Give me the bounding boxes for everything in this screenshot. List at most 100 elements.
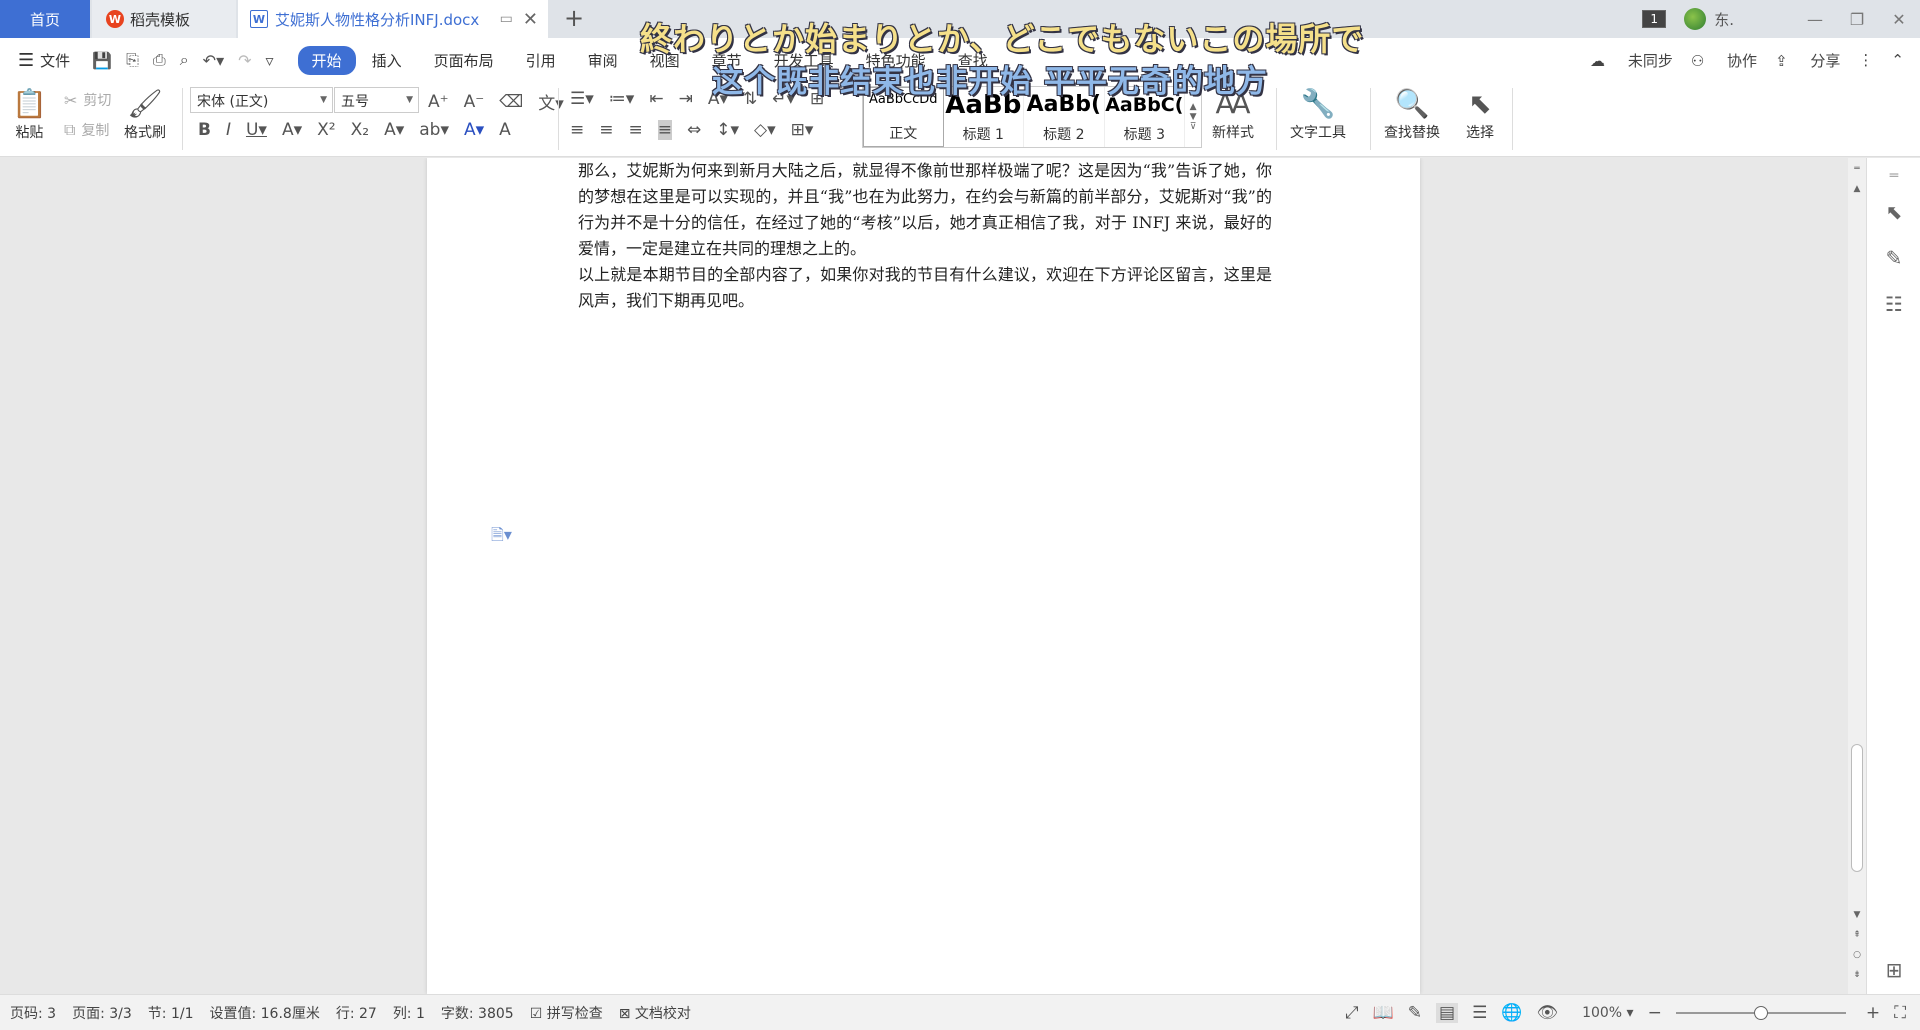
panel-handle-icon[interactable]: ═ <box>1867 168 1920 184</box>
minimize-icon[interactable]: — <box>1794 10 1836 29</box>
format-painter-button[interactable]: 🖌 格式刷 <box>124 86 166 142</box>
pen-icon[interactable]: ✎ <box>1867 246 1920 270</box>
superscript-icon[interactable]: X² <box>317 120 335 140</box>
save-icon[interactable]: 💾 <box>92 51 112 70</box>
shrink-font-icon[interactable]: A⁻ <box>464 92 485 112</box>
file-menu[interactable]: ☰ 文件 <box>18 50 70 71</box>
sync-status[interactable]: ☁ 未同步 <box>1590 50 1673 71</box>
bold-icon[interactable]: B <box>198 120 211 140</box>
scroll-up-icon[interactable]: ▲ <box>1848 184 1866 194</box>
web-view-icon[interactable]: 🌐 <box>1501 1003 1522 1023</box>
spell-check-button[interactable]: ☑ 拼写检查 <box>530 1003 603 1023</box>
shading-icon[interactable]: ◇▾ <box>754 120 776 140</box>
copy-button[interactable]: ⧉ 复制 <box>64 120 109 140</box>
find-replace-button[interactable]: 🔍 查找替换 <box>1384 86 1440 142</box>
row-info[interactable]: 行: 27 <box>336 1003 377 1023</box>
outline-view-icon[interactable]: ☰ <box>1472 1003 1487 1023</box>
split-handle-icon[interactable]: ═ <box>1848 164 1866 174</box>
more-icon[interactable]: ⋮ <box>1858 51 1873 69</box>
scroll-down-icon[interactable]: ▼ <box>1190 112 1197 122</box>
doc-proof-button[interactable]: ⊠ 文档校对 <box>619 1003 691 1023</box>
borders-icon[interactable]: ⊞▾ <box>791 120 814 140</box>
text-effect-icon[interactable]: A▾ <box>384 120 404 140</box>
tab-templates[interactable]: W 稻壳模板 <box>92 0 236 38</box>
numbering-icon[interactable]: ≔▾ <box>609 89 635 109</box>
close-window-icon[interactable]: ✕ <box>1878 10 1920 29</box>
next-page-icon[interactable]: ⇟ <box>1848 970 1866 980</box>
undo-icon[interactable]: ↶▾ <box>203 51 224 70</box>
phonetic-guide-icon[interactable]: 文▾ <box>538 89 564 114</box>
clear-format-icon[interactable]: ⌫ <box>499 92 523 112</box>
user-name[interactable]: 东. <box>1714 9 1734 30</box>
distributed-icon[interactable]: ⇔ <box>687 120 701 140</box>
align-right-icon[interactable]: ≡ <box>629 120 643 140</box>
char-shading-icon[interactable]: A <box>499 120 511 140</box>
zoom-level[interactable]: 100% ▾ <box>1582 1005 1634 1021</box>
zoom-slider-knob[interactable] <box>1753 1006 1768 1020</box>
scrollbar-thumb[interactable] <box>1851 744 1863 872</box>
menu-tab-references[interactable]: 引用 <box>510 50 572 71</box>
fullscreen-icon[interactable]: ⤢ <box>1345 1003 1359 1023</box>
font-color-icon[interactable]: A▾ <box>464 120 484 140</box>
page-count[interactable]: 页面: 3/3 <box>72 1003 132 1023</box>
prev-page-icon[interactable]: ⇞ <box>1848 930 1866 940</box>
share-button[interactable]: ⇪ 分享 <box>1775 50 1840 71</box>
tab-document[interactable]: W 艾妮斯人物性格分析INFJ.docx ▭ ✕ <box>238 0 548 38</box>
detach-window-icon[interactable]: ▭ <box>500 11 513 27</box>
menu-tab-layout[interactable]: 页面布局 <box>418 50 510 71</box>
page-code[interactable]: 页码: 3 <box>10 1003 56 1023</box>
print-icon[interactable]: ⎙ <box>153 50 166 70</box>
strikethrough-icon[interactable]: A▾ <box>282 120 302 140</box>
expand-icon[interactable]: ⊽ <box>1190 122 1197 132</box>
vertical-scrollbar[interactable]: ═ ▲ ▼ ⇞ ○ ⇟ <box>1848 158 1866 994</box>
select-browse-icon[interactable]: ○ <box>1848 950 1866 960</box>
font-size-select[interactable]: 五号 ▼ <box>334 87 419 113</box>
avatar[interactable] <box>1684 8 1707 30</box>
page-body[interactable]: 那么，艾妮斯为何来到新月大陆之后，就显得不像前世那样极端了呢？这是因为“我”告诉… <box>578 158 1272 314</box>
page-view-icon[interactable]: ▤ <box>1436 1003 1459 1023</box>
zoom-in-icon[interactable]: + <box>1866 1003 1880 1023</box>
subscript-icon[interactable]: X₂ <box>351 120 369 140</box>
document-page[interactable]: 那么，艾妮斯为何来到新月大陆之后，就显得不像前世那样极端了呢？这是因为“我”告诉… <box>427 158 1420 994</box>
scroll-down-icon[interactable]: ▼ <box>1848 910 1866 920</box>
justify-icon[interactable]: ≡ <box>657 120 672 140</box>
bullets-icon[interactable]: ☰▾ <box>570 89 594 109</box>
highlight-icon[interactable]: ab▾ <box>419 120 449 140</box>
line-spacing-icon[interactable]: ↕▾ <box>716 120 739 140</box>
fit-window-icon[interactable]: ⛶ <box>1894 1003 1906 1023</box>
paste-button[interactable]: 📋 粘贴 <box>12 86 47 142</box>
align-center-icon[interactable]: ≡ <box>599 120 613 140</box>
select-tool-icon[interactable]: ⬉ <box>1867 200 1920 224</box>
eye-protection-icon[interactable]: 👁 <box>1536 1003 1558 1023</box>
menu-tab-review[interactable]: 审阅 <box>572 50 634 71</box>
restore-icon[interactable]: ❐ <box>1836 10 1878 29</box>
paragraph[interactable]: 以上就是本期节目的全部内容了，如果你对我的节目有什么建议，欢迎在下方评论区留言，… <box>578 262 1272 314</box>
new-tab-button[interactable]: + <box>564 4 584 32</box>
window-count-badge[interactable]: 1 <box>1642 10 1667 28</box>
collapse-ribbon-icon[interactable]: ⌃ <box>1891 51 1904 69</box>
word-count[interactable]: 字数: 3805 <box>441 1003 514 1023</box>
collaborate-button[interactable]: ⚇ 协作 <box>1691 50 1757 71</box>
select-button[interactable]: ⬉ 选择 <box>1466 86 1494 142</box>
scroll-up-icon[interactable]: ▲ <box>1190 102 1197 112</box>
menu-tab-insert[interactable]: 插入 <box>356 50 418 71</box>
font-name-select[interactable]: 宋体 (正文) ▼ <box>190 87 333 113</box>
zoom-slider[interactable] <box>1675 1006 1846 1020</box>
page-options-icon[interactable]: 🗎▾ <box>491 524 512 551</box>
tab-home[interactable]: 首页 <box>0 0 90 38</box>
menu-tab-home[interactable]: 开始 <box>297 45 356 75</box>
col-info[interactable]: 列: 1 <box>393 1003 425 1023</box>
customize-icon[interactable]: ▿ <box>266 51 274 70</box>
export-pdf-icon[interactable]: ⎘ <box>126 50 139 70</box>
paragraph[interactable]: 那么，艾妮斯为何来到新月大陆之后，就显得不像前世那样极端了呢？这是因为“我”告诉… <box>578 158 1272 262</box>
redo-icon[interactable]: ↷ <box>238 51 251 70</box>
grid-apps-icon[interactable]: ⊞ <box>1867 958 1920 982</box>
print-preview-icon[interactable]: ⌕ <box>180 50 189 70</box>
zoom-out-icon[interactable]: − <box>1648 1003 1662 1023</box>
section-info[interactable]: 节: 1/1 <box>148 1003 194 1023</box>
grow-font-icon[interactable]: A⁺ <box>428 92 449 112</box>
italic-icon[interactable]: I <box>226 120 231 140</box>
edit-mode-icon[interactable]: ✎ <box>1408 1003 1422 1023</box>
align-left-icon[interactable]: ≡ <box>570 120 584 140</box>
underline-icon[interactable]: U▾ <box>246 120 267 140</box>
